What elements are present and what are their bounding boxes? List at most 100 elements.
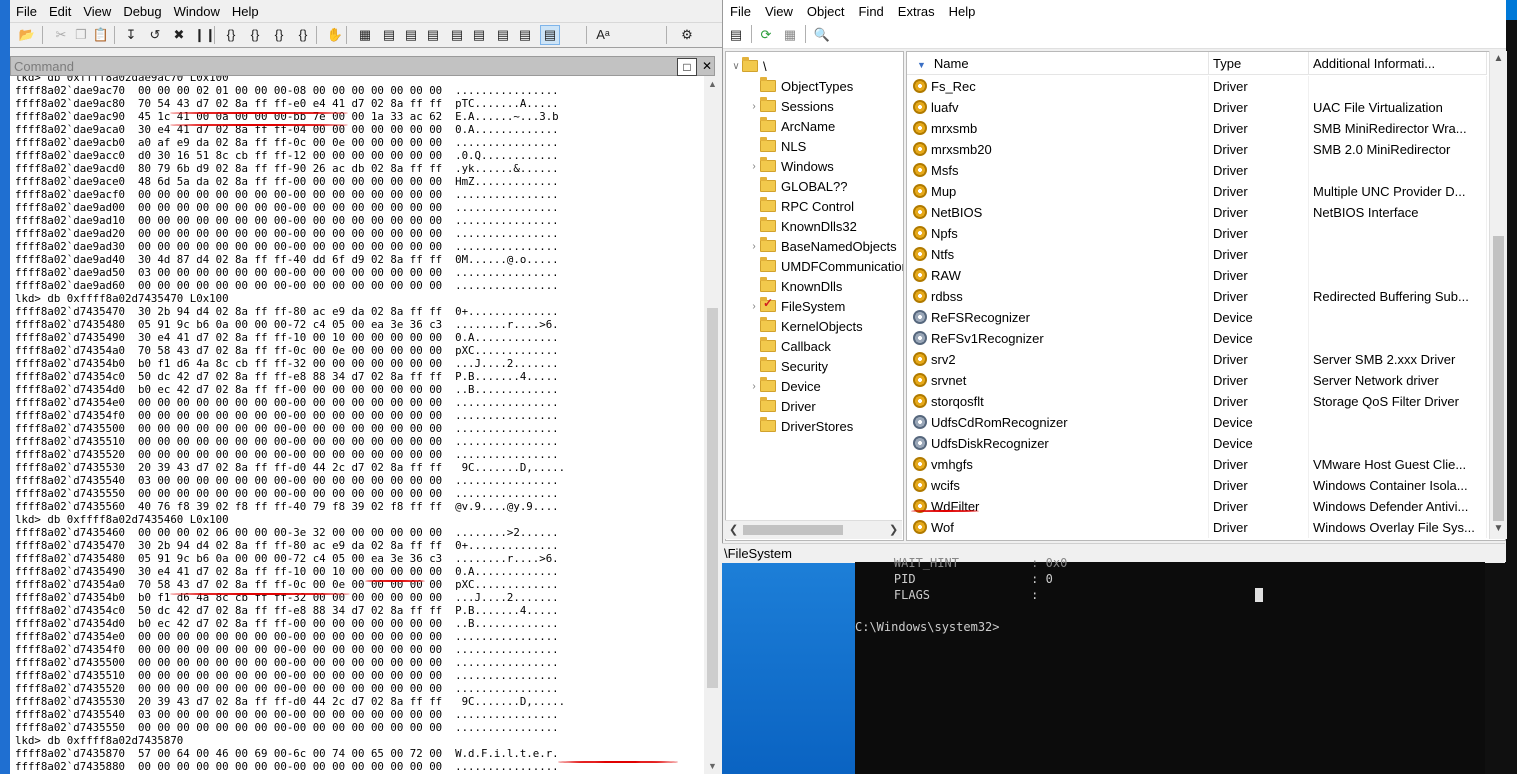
list-row[interactable]: srvnet Driver Server Network driver — [907, 370, 1487, 391]
search-icon[interactable]: 🔍 — [813, 26, 831, 44]
list-row[interactable]: Ntfs Driver — [907, 244, 1487, 265]
scratchpad-icon[interactable]: ▤ — [516, 26, 534, 44]
tree-node[interactable]: RPC Control — [748, 196, 854, 216]
expand-chevron-icon[interactable]: › — [748, 381, 760, 392]
font-icon[interactable]: Aᵃ — [594, 26, 612, 44]
list-row[interactable]: srv2 Driver Server SMB 2.xxx Driver — [907, 349, 1487, 370]
tree-node[interactable]: › Windows — [748, 156, 834, 176]
menu-extras[interactable]: Extras — [891, 4, 942, 19]
list-row[interactable]: RAW Driver — [907, 265, 1487, 286]
expand-chevron-icon[interactable]: ∨ — [730, 61, 742, 72]
locals-icon[interactable]: ▤ — [402, 26, 420, 44]
menu-debug[interactable]: Debug — [117, 4, 167, 19]
list-row[interactable]: mrxsmb20 Driver SMB 2.0 MiniRedirector — [907, 139, 1487, 160]
list-scrollbar[interactable]: ▲ ▼ — [1489, 51, 1507, 539]
list-row[interactable]: luafv Driver UAC File Virtualization — [907, 97, 1487, 118]
list-row[interactable]: ReFSv1Recognizer Device — [907, 328, 1487, 349]
list-row[interactable]: wcifs Driver Windows Container Isola... — [907, 475, 1487, 496]
list-row[interactable]: NetBIOS Driver NetBIOS Interface — [907, 202, 1487, 223]
source-mode-icon[interactable]: ▤ — [540, 25, 560, 45]
step-into-icon[interactable]: {} — [222, 26, 240, 44]
scroll-up-icon[interactable]: ▲ — [704, 76, 721, 92]
list-row[interactable]: UdfsDiskRecognizer Device — [907, 433, 1487, 454]
list-row[interactable]: Fs_Rec Driver — [907, 76, 1487, 97]
registers-icon[interactable]: ▤ — [424, 26, 442, 44]
tree-node[interactable]: › FileSystem — [748, 296, 845, 316]
paste-icon[interactable]: 📋 — [92, 26, 110, 44]
list-row[interactable]: Npfs Driver — [907, 223, 1487, 244]
scroll-right-icon[interactable]: ❯ — [889, 523, 898, 536]
grid-icon[interactable]: ▦ — [781, 26, 799, 44]
tree-node[interactable]: Security — [748, 356, 828, 376]
menu-view[interactable]: View — [758, 4, 800, 19]
copy-icon[interactable]: ❐ — [72, 26, 90, 44]
tree-node[interactable]: Driver — [748, 396, 816, 416]
break-icon[interactable]: ❙❙ — [194, 26, 216, 44]
object-list[interactable]: ▼ Name Type Additional Informati... Fs_Re… — [906, 51, 1506, 541]
menu-file[interactable]: File — [723, 4, 758, 19]
column-info[interactable]: Additional Informati... — [1309, 52, 1487, 74]
stop-icon[interactable]: ✖ — [170, 26, 188, 44]
tree-node[interactable]: ArcName — [748, 116, 835, 136]
cut-icon[interactable]: ✂ — [52, 26, 70, 44]
run-to-cursor-icon[interactable]: {} — [294, 26, 312, 44]
list-row[interactable]: UdfsCdRomRecognizer Device — [907, 412, 1487, 433]
column-type[interactable]: Type — [1209, 52, 1309, 74]
options-icon[interactable]: ⚙ — [678, 26, 696, 44]
restart-icon[interactable]: ↺ — [146, 26, 164, 44]
tree-node[interactable]: Callback — [748, 336, 831, 356]
hand-icon[interactable]: ✋ — [326, 26, 344, 44]
scroll-thumb[interactable] — [743, 525, 843, 535]
menu-window[interactable]: Window — [168, 4, 226, 19]
tree-node[interactable]: › Device — [748, 376, 821, 396]
list-row[interactable]: mrxsmb Driver SMB MiniRedirector Wra... — [907, 118, 1487, 139]
memory-icon[interactable]: ▤ — [448, 26, 466, 44]
menu-find[interactable]: Find — [851, 4, 890, 19]
tree-node[interactable]: DriverStores — [748, 416, 853, 436]
menu-help[interactable]: Help — [942, 4, 983, 19]
disassembly-icon[interactable]: ▤ — [494, 26, 512, 44]
scroll-down-icon[interactable]: ▼ — [704, 758, 721, 774]
scroll-thumb[interactable] — [1493, 236, 1504, 521]
scroll-thumb[interactable] — [707, 308, 718, 688]
list-row[interactable]: Msfs Driver — [907, 160, 1487, 181]
menu-object[interactable]: Object — [800, 4, 852, 19]
list-row[interactable]: WdFilter Driver Windows Defender Antivi... — [907, 496, 1487, 517]
open-icon[interactable]: 📂 — [18, 26, 36, 44]
tree-node[interactable]: NLS — [748, 136, 806, 156]
expand-chevron-icon[interactable]: › — [748, 161, 760, 172]
menu-view[interactable]: View — [77, 4, 117, 19]
dock-icon[interactable]: □ — [677, 58, 697, 76]
tree-node[interactable]: ∨ \ — [730, 56, 767, 76]
step-out-icon[interactable]: {} — [270, 26, 288, 44]
list-row[interactable]: Wof Driver Windows Overlay File Sys... — [907, 517, 1487, 538]
cmd-console[interactable]: WAIT_HINT : 0x0 PID : 0 FLAGS : C:\Windo… — [855, 556, 1485, 774]
menu-edit[interactable]: Edit — [43, 4, 77, 19]
tree-node[interactable]: › BaseNamedObjects — [748, 236, 897, 256]
scroll-left-icon[interactable]: ❮ — [729, 523, 738, 536]
list-row[interactable]: storqosflt Driver Storage QoS Filter Drive… — [907, 391, 1487, 412]
tree-node[interactable]: GLOBAL?? — [748, 176, 848, 196]
tree-horizontal-scrollbar[interactable]: ❮ ❯ — [725, 520, 902, 539]
scroll-up-icon[interactable]: ▲ — [1490, 53, 1507, 64]
tree-node[interactable]: ObjectTypes — [748, 76, 853, 96]
close-icon[interactable]: ✕ — [698, 58, 716, 74]
scroll-down-icon[interactable]: ▼ — [1490, 523, 1507, 534]
tree-node[interactable]: KernelObjects — [748, 316, 863, 336]
properties-icon[interactable]: ▤ — [727, 26, 745, 44]
tree-node[interactable]: › Sessions — [748, 96, 834, 116]
tree-node[interactable]: KnownDlls — [748, 276, 842, 296]
command-scrollbar[interactable]: ▲ ▼ — [704, 76, 721, 774]
list-row[interactable]: Mup Driver Multiple UNC Provider D... — [907, 181, 1487, 202]
tree-node[interactable]: KnownDlls32 — [748, 216, 857, 236]
expand-chevron-icon[interactable]: › — [748, 301, 760, 312]
callstack-icon[interactable]: ▤ — [470, 26, 488, 44]
list-row[interactable]: vmhgfs Driver VMware Host Guest Clie... — [907, 454, 1487, 475]
menu-help[interactable]: Help — [226, 4, 265, 19]
command-output[interactable]: lkd> db 0xffff8a02dae9ac70 L0x100 ffff8a0… — [10, 76, 704, 774]
go-icon[interactable]: ↧ — [122, 26, 140, 44]
expand-chevron-icon[interactable]: › — [748, 101, 760, 112]
menu-file[interactable]: File — [10, 4, 43, 19]
step-over-icon[interactable]: {} — [246, 26, 264, 44]
list-row[interactable]: ReFSRecognizer Device — [907, 307, 1487, 328]
